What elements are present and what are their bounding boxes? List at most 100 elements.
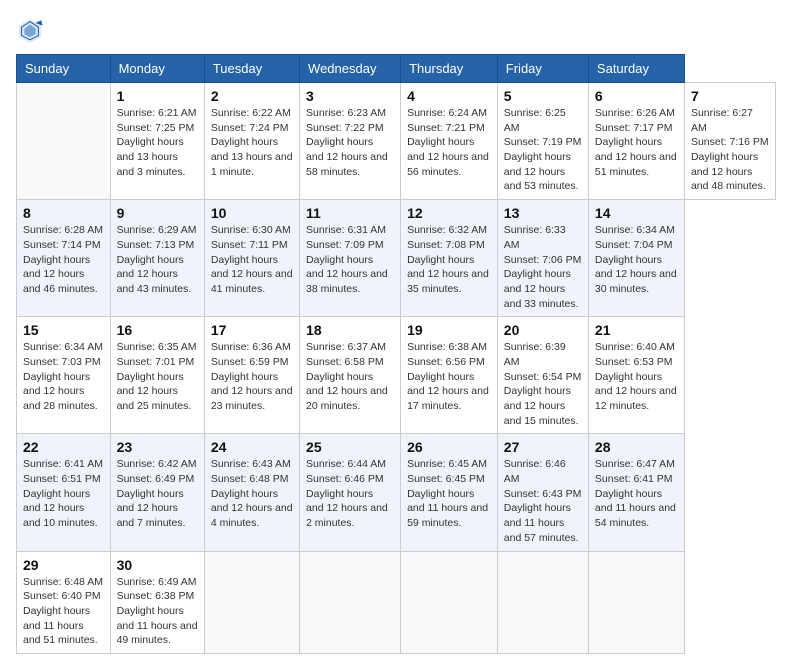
sunrise-label: Sunrise: 6:48 AM <box>23 576 103 588</box>
calendar-day-cell: 12 Sunrise: 6:32 AM Sunset: 7:08 PM Dayl… <box>401 200 498 317</box>
day-info: Sunrise: 6:40 AM Sunset: 6:53 PM Dayligh… <box>595 340 678 413</box>
day-info: Sunrise: 6:32 AM Sunset: 7:08 PM Dayligh… <box>407 223 491 296</box>
daylight-label: Daylight hours <box>117 605 184 617</box>
day-info: Sunrise: 6:44 AM Sunset: 6:46 PM Dayligh… <box>306 457 394 530</box>
daylight-value: and 12 hours and 4 minutes. <box>211 502 293 529</box>
daylight-label: Daylight hours <box>211 136 278 148</box>
day-number: 8 <box>23 205 104 221</box>
daylight-value: and 12 hours and 41 minutes. <box>211 268 293 295</box>
day-number: 18 <box>306 322 394 338</box>
day-number: 16 <box>117 322 198 338</box>
calendar-day-cell: 17 Sunrise: 6:36 AM Sunset: 6:59 PM Dayl… <box>204 317 299 434</box>
day-number: 14 <box>595 205 678 221</box>
calendar-day-cell: 20 Sunrise: 6:39 AM Sunset: 6:54 PM Dayl… <box>497 317 588 434</box>
day-info: Sunrise: 6:35 AM Sunset: 7:01 PM Dayligh… <box>117 340 198 413</box>
sunrise-label: Sunrise: 6:21 AM <box>117 107 197 119</box>
daylight-label: Daylight hours <box>117 371 184 383</box>
calendar-day-cell <box>401 551 498 653</box>
day-number: 4 <box>407 88 491 104</box>
calendar-day-cell: 28 Sunrise: 6:47 AM Sunset: 6:41 PM Dayl… <box>588 434 684 551</box>
calendar-day-cell: 7 Sunrise: 6:27 AM Sunset: 7:16 PM Dayli… <box>684 83 775 200</box>
sunset-label: Sunset: 6:38 PM <box>117 590 195 602</box>
sunrise-label: Sunrise: 6:26 AM <box>595 107 675 119</box>
calendar-day-cell: 10 Sunrise: 6:30 AM Sunset: 7:11 PM Dayl… <box>204 200 299 317</box>
day-number: 5 <box>504 88 582 104</box>
day-info: Sunrise: 6:48 AM Sunset: 6:40 PM Dayligh… <box>23 575 104 648</box>
day-number: 22 <box>23 439 104 455</box>
calendar-header-row: SundayMondayTuesdayWednesdayThursdayFrid… <box>17 55 776 83</box>
calendar-day-cell: 2 Sunrise: 6:22 AM Sunset: 7:24 PM Dayli… <box>204 83 299 200</box>
day-number: 2 <box>211 88 293 104</box>
sunset-label: Sunset: 6:45 PM <box>407 473 485 485</box>
daylight-label: Daylight hours <box>306 488 373 500</box>
day-info: Sunrise: 6:33 AM Sunset: 7:06 PM Dayligh… <box>504 223 582 311</box>
sunrise-label: Sunrise: 6:39 AM <box>504 341 566 368</box>
calendar-day-cell: 11 Sunrise: 6:31 AM Sunset: 7:09 PM Dayl… <box>300 200 401 317</box>
day-number: 21 <box>595 322 678 338</box>
daylight-value: and 12 hours and 38 minutes. <box>306 268 388 295</box>
daylight-label: Daylight hours <box>23 371 90 383</box>
sunset-label: Sunset: 7:21 PM <box>407 122 485 134</box>
daylight-value: and 12 hours and 20 minutes. <box>306 385 388 412</box>
sunset-label: Sunset: 6:58 PM <box>306 356 384 368</box>
sunset-label: Sunset: 7:04 PM <box>595 239 673 251</box>
sunrise-label: Sunrise: 6:37 AM <box>306 341 386 353</box>
daylight-label: Daylight hours <box>211 488 278 500</box>
sunset-label: Sunset: 7:16 PM <box>691 136 769 148</box>
calendar-day-cell: 13 Sunrise: 6:33 AM Sunset: 7:06 PM Dayl… <box>497 200 588 317</box>
calendar-day-cell: 16 Sunrise: 6:35 AM Sunset: 7:01 PM Dayl… <box>110 317 204 434</box>
calendar-day-cell <box>497 551 588 653</box>
daylight-value: and 13 hours and 3 minutes. <box>117 151 186 178</box>
calendar-day-cell: 6 Sunrise: 6:26 AM Sunset: 7:17 PM Dayli… <box>588 83 684 200</box>
daylight-value: and 12 hours and 15 minutes. <box>504 400 579 427</box>
daylight-label: Daylight hours <box>117 136 184 148</box>
day-info: Sunrise: 6:31 AM Sunset: 7:09 PM Dayligh… <box>306 223 394 296</box>
day-number: 23 <box>117 439 198 455</box>
calendar-day-cell <box>300 551 401 653</box>
day-number: 6 <box>595 88 678 104</box>
sunset-label: Sunset: 6:54 PM <box>504 371 582 383</box>
day-info: Sunrise: 6:27 AM Sunset: 7:16 PM Dayligh… <box>691 106 769 194</box>
daylight-label: Daylight hours <box>117 488 184 500</box>
sunset-label: Sunset: 6:53 PM <box>595 356 673 368</box>
daylight-value: and 12 hours and 48 minutes. <box>691 166 766 193</box>
sunrise-label: Sunrise: 6:35 AM <box>117 341 197 353</box>
sunset-label: Sunset: 6:48 PM <box>211 473 289 485</box>
sunset-label: Sunset: 7:08 PM <box>407 239 485 251</box>
daylight-value: and 12 hours and 53 minutes. <box>504 166 579 193</box>
calendar-day-cell: 27 Sunrise: 6:46 AM Sunset: 6:43 PM Dayl… <box>497 434 588 551</box>
calendar-week-row: 22 Sunrise: 6:41 AM Sunset: 6:51 PM Dayl… <box>17 434 776 551</box>
daylight-label: Daylight hours <box>595 371 662 383</box>
day-info: Sunrise: 6:43 AM Sunset: 6:48 PM Dayligh… <box>211 457 293 530</box>
daylight-value: and 13 hours and 1 minute. <box>211 151 293 178</box>
daylight-label: Daylight hours <box>211 254 278 266</box>
daylight-value: and 12 hours and 12 minutes. <box>595 385 677 412</box>
day-info: Sunrise: 6:30 AM Sunset: 7:11 PM Dayligh… <box>211 223 293 296</box>
calendar-day-cell: 1 Sunrise: 6:21 AM Sunset: 7:25 PM Dayli… <box>110 83 204 200</box>
daylight-value: and 12 hours and 58 minutes. <box>306 151 388 178</box>
daylight-label: Daylight hours <box>595 136 662 148</box>
day-number: 12 <box>407 205 491 221</box>
sunrise-label: Sunrise: 6:34 AM <box>23 341 103 353</box>
sunrise-label: Sunrise: 6:46 AM <box>504 458 566 485</box>
daylight-value: and 12 hours and 7 minutes. <box>117 502 186 529</box>
day-info: Sunrise: 6:34 AM Sunset: 7:04 PM Dayligh… <box>595 223 678 296</box>
day-info: Sunrise: 6:39 AM Sunset: 6:54 PM Dayligh… <box>504 340 582 428</box>
sunrise-label: Sunrise: 6:42 AM <box>117 458 197 470</box>
weekday-header-friday: Friday <box>497 55 588 83</box>
day-number: 26 <box>407 439 491 455</box>
sunrise-label: Sunrise: 6:38 AM <box>407 341 487 353</box>
sunrise-label: Sunrise: 6:32 AM <box>407 224 487 236</box>
daylight-value: and 12 hours and 35 minutes. <box>407 268 489 295</box>
daylight-value: and 12 hours and 46 minutes. <box>23 268 98 295</box>
calendar-week-row: 8 Sunrise: 6:28 AM Sunset: 7:14 PM Dayli… <box>17 200 776 317</box>
daylight-value: and 12 hours and 28 minutes. <box>23 385 98 412</box>
weekday-header-thursday: Thursday <box>401 55 498 83</box>
calendar-week-row: 1 Sunrise: 6:21 AM Sunset: 7:25 PM Dayli… <box>17 83 776 200</box>
calendar-week-row: 29 Sunrise: 6:48 AM Sunset: 6:40 PM Dayl… <box>17 551 776 653</box>
daylight-value: and 12 hours and 25 minutes. <box>117 385 192 412</box>
sunrise-label: Sunrise: 6:47 AM <box>595 458 675 470</box>
day-number: 27 <box>504 439 582 455</box>
day-number: 7 <box>691 88 769 104</box>
day-info: Sunrise: 6:24 AM Sunset: 7:21 PM Dayligh… <box>407 106 491 179</box>
